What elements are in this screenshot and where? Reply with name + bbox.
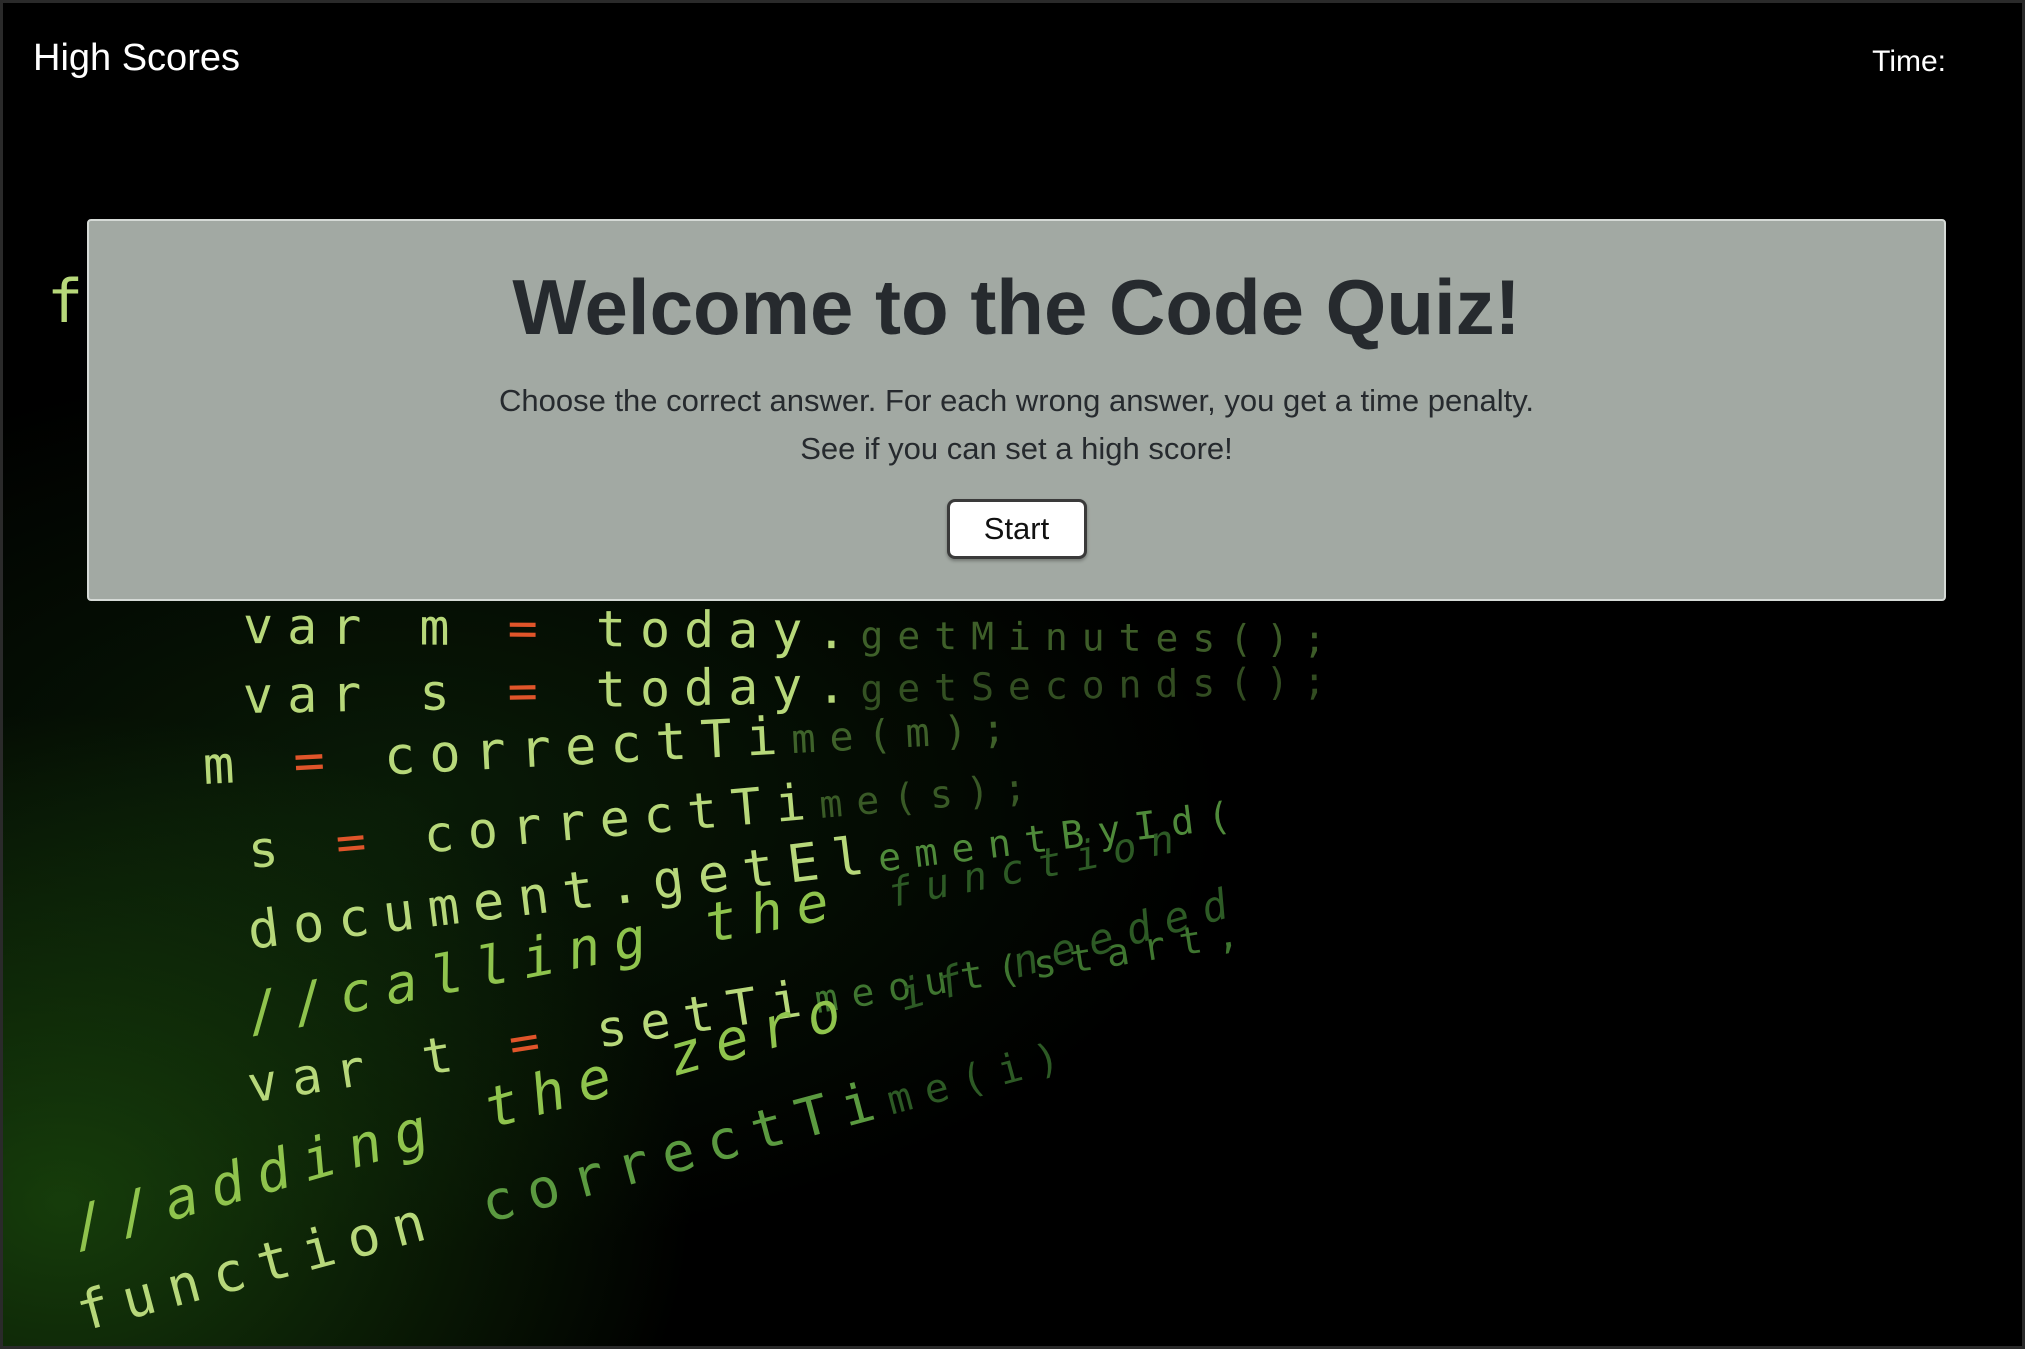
code-line: var m = today.getMinutes();: [243, 597, 1340, 662]
high-scores-link[interactable]: High Scores: [33, 37, 240, 80]
code-line: s = correctTime(s);: [245, 763, 1042, 880]
time-label: Time:: [1872, 45, 1946, 78]
code-line: var s = today.getSeconds();: [242, 656, 1341, 725]
code-line: //calling the function: [241, 813, 1192, 1045]
code-line: document.getElementById(: [244, 791, 1247, 962]
code-line: //adding the zero if needed: [64, 875, 1247, 1261]
code-line: m = correctTime(m);: [201, 705, 1021, 797]
instructions-text: Choose the correct answer. For each wron…: [89, 377, 1944, 473]
welcome-title: Welcome to the Code Quiz!: [512, 263, 1521, 351]
navbar: High Scores Time:: [3, 3, 2022, 117]
page: High Scores Time: f var m = today.getMin…: [0, 0, 2025, 1349]
instructions-line-1: Choose the correct answer. For each wron…: [498, 382, 1535, 418]
instructions-line-2: See if you can set a high score!: [800, 430, 1233, 466]
timer: Time:: [1872, 45, 1954, 79]
code-line: function correctTime(i): [69, 1030, 1079, 1344]
code-line: var t = setTimeout(start,: [243, 909, 1256, 1115]
start-button[interactable]: Start: [946, 498, 1087, 559]
welcome-card: Welcome to the Code Quiz! Choose the cor…: [87, 219, 1946, 601]
